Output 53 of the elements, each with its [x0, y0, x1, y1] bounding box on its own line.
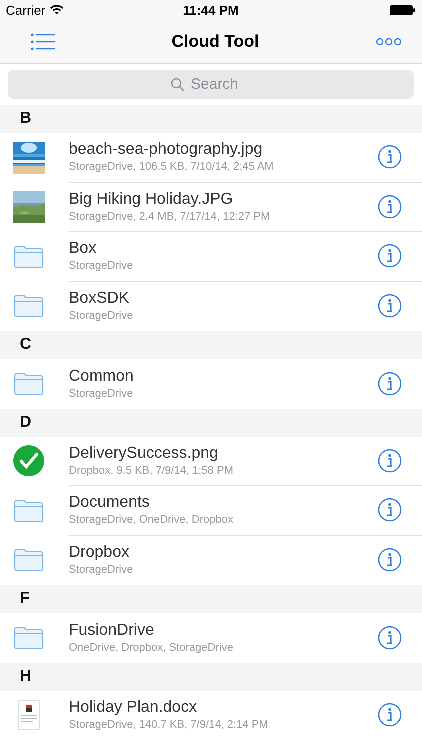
info-icon[interactable] [378, 548, 402, 572]
wifi-icon [50, 5, 64, 15]
folder-icon [14, 372, 44, 396]
file-name[interactable]: Holiday Plan.docx [69, 699, 268, 718]
file-name[interactable]: beach-sea-photography.jpg [69, 141, 274, 160]
info-icon[interactable] [378, 294, 402, 318]
section-letter: H [20, 668, 32, 686]
nav-title: Cloud Tool [172, 32, 260, 52]
file-details: StorageDrive [69, 388, 134, 400]
section-letter: B [20, 110, 32, 128]
file-details: Dropbox, 9.5 KB, 7/9/14, 1:58 PM [69, 464, 234, 477]
file-name[interactable]: Dropbox [69, 544, 134, 562]
file-name[interactable]: FusionDrive [69, 622, 234, 640]
search-bar[interactable]: Search [8, 70, 414, 99]
file-details: StorageDrive [69, 564, 134, 576]
info-icon[interactable] [378, 145, 402, 170]
section-letter: D [20, 414, 32, 432]
menu-icon[interactable] [31, 32, 55, 50]
file-details: StorageDrive [69, 260, 134, 272]
info-icon[interactable] [378, 372, 402, 396]
info-icon[interactable] [378, 244, 402, 268]
info-icon[interactable] [378, 194, 402, 219]
search-icon [171, 78, 185, 92]
folder-icon [14, 294, 44, 318]
info-icon[interactable] [378, 626, 402, 650]
battery-icon [390, 4, 416, 16]
file-details: StorageDrive, 140.7 KB, 7/9/14, 2:14 PM [69, 719, 268, 732]
file-name[interactable]: DeliverySuccess.png [69, 444, 234, 463]
file-name[interactable]: Documents [69, 494, 234, 512]
document-thumbnail-icon [18, 700, 40, 730]
file-name[interactable]: BoxSDK [69, 290, 134, 308]
info-icon[interactable] [378, 498, 402, 522]
info-icon[interactable] [378, 703, 402, 728]
file-name[interactable]: Common [69, 368, 134, 386]
file-details: OneDrive, Dropbox, StorageDrive [69, 642, 234, 654]
carrier-label: Carrier [6, 2, 46, 18]
more-icon[interactable] [376, 38, 402, 46]
file-name[interactable]: Big Hiking Holiday.JPG [69, 190, 270, 209]
file-details: StorageDrive, OneDrive, Dropbox [69, 514, 234, 526]
folder-icon [14, 626, 44, 650]
checkmark-icon [12, 445, 44, 478]
section-letter: C [20, 336, 32, 354]
folder-icon [14, 244, 44, 269]
info-icon[interactable] [378, 448, 402, 473]
file-details: StorageDrive, 106.5 KB, 7/10/14, 2:45 AM [69, 161, 274, 174]
file-details: StorageDrive, 2.4 MB, 7/17/14, 12:27 PM [69, 210, 270, 223]
status-time: 11:44 PM [183, 2, 239, 18]
folder-icon [14, 548, 44, 572]
file-details: StorageDrive [69, 310, 134, 322]
folder-icon [14, 498, 44, 523]
section-letter: F [20, 590, 30, 608]
file-name[interactable]: Box [69, 240, 134, 258]
search-field[interactable]: Search [191, 76, 251, 93]
